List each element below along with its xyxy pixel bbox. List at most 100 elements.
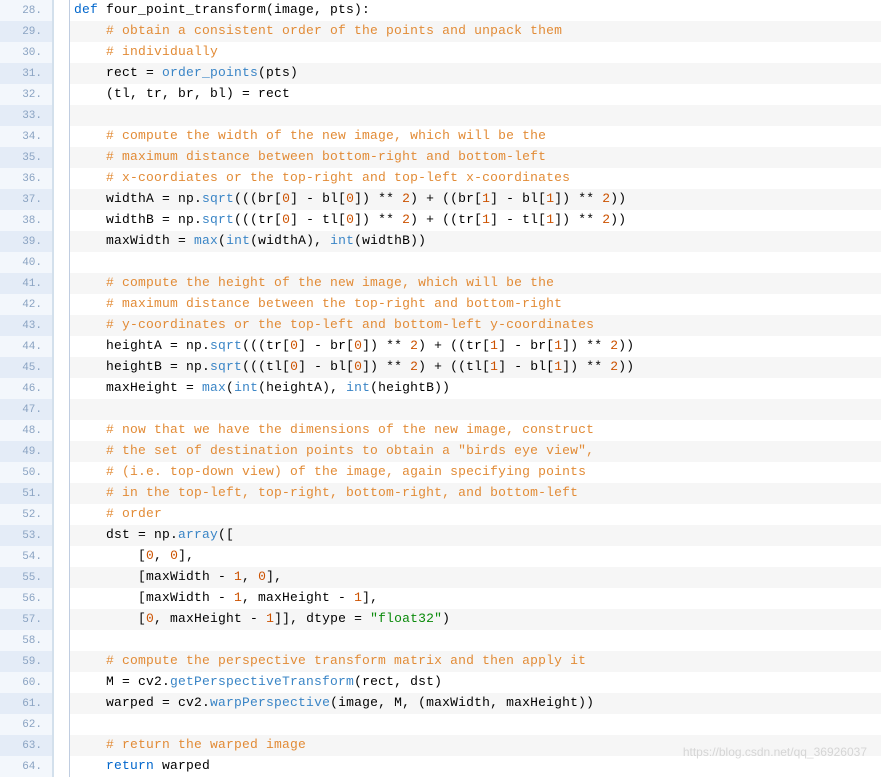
code-content[interactable]: # y-coordinates or the top-left and bott… <box>70 315 881 336</box>
fold-gutter <box>54 0 70 21</box>
line-number: 36. <box>0 168 54 189</box>
code-line: 35. # maximum distance between bottom-ri… <box>0 147 881 168</box>
code-content[interactable]: # maximum distance between the top-right… <box>70 294 881 315</box>
line-number: 28. <box>0 0 54 21</box>
token-fn: array <box>178 527 218 542</box>
code-line: 52. # order <box>0 504 881 525</box>
code-content[interactable]: # order <box>70 504 881 525</box>
token-num: 1 <box>482 191 490 206</box>
token-name: )) <box>610 191 626 206</box>
token-name: widthA = np. <box>106 191 202 206</box>
token-name: maxHeight = <box>106 380 202 395</box>
fold-gutter <box>54 693 70 714</box>
code-content[interactable]: maxWidth = max(int(widthA), int(widthB)) <box>70 231 881 252</box>
code-content[interactable]: # compute the perspective transform matr… <box>70 651 881 672</box>
fold-gutter <box>54 210 70 231</box>
code-content[interactable]: (tl, tr, br, bl) = rect <box>70 84 881 105</box>
token-name: ]], dtype = <box>274 611 370 626</box>
fold-gutter <box>54 714 70 735</box>
code-content[interactable]: widthB = np.sqrt(((tr[0] - tl[0]) ** 2) … <box>70 210 881 231</box>
token-str: "float32" <box>370 611 442 626</box>
code-content[interactable]: [maxWidth - 1, maxHeight - 1], <box>70 588 881 609</box>
fold-gutter <box>54 294 70 315</box>
token-name: [maxWidth - <box>138 590 234 605</box>
code-line: 53. dst = np.array([ <box>0 525 881 546</box>
token-num: 1 <box>546 191 554 206</box>
line-number: 64. <box>0 756 54 777</box>
code-content[interactable]: # obtain a consistent order of the point… <box>70 21 881 42</box>
token-name: ( <box>218 233 226 248</box>
token-name: ]) ** <box>554 191 602 206</box>
token-comment: # order <box>106 506 162 521</box>
code-line: 64. return warped <box>0 756 881 777</box>
token-fn: order_points <box>162 65 258 80</box>
fold-gutter <box>54 462 70 483</box>
token-name: heightB = np. <box>106 359 210 374</box>
code-content[interactable]: [0, maxHeight - 1]], dtype = "float32") <box>70 609 881 630</box>
token-comment: # return the warped image <box>106 737 306 752</box>
fold-gutter <box>54 399 70 420</box>
token-name: ] - bl[ <box>290 191 346 206</box>
code-line: 37. widthA = np.sqrt(((br[0] - bl[0]) **… <box>0 189 881 210</box>
code-content[interactable] <box>70 630 881 651</box>
token-comment: # individually <box>106 44 218 59</box>
token-num: 2 <box>410 338 418 353</box>
code-content[interactable]: # in the top-left, top-right, bottom-rig… <box>70 483 881 504</box>
code-content[interactable]: M = cv2.getPerspectiveTransform(rect, ds… <box>70 672 881 693</box>
code-content[interactable]: # (i.e. top-down view) of the image, aga… <box>70 462 881 483</box>
line-number: 35. <box>0 147 54 168</box>
code-content[interactable]: [0, 0], <box>70 546 881 567</box>
token-num: 2 <box>410 359 418 374</box>
code-content[interactable]: # return the warped image <box>70 735 881 756</box>
code-content[interactable]: rect = order_points(pts) <box>70 63 881 84</box>
code-line: 34. # compute the width of the new image… <box>0 126 881 147</box>
code-content[interactable]: dst = np.array([ <box>70 525 881 546</box>
fold-gutter <box>54 609 70 630</box>
code-content[interactable]: widthA = np.sqrt(((br[0] - bl[0]) ** 2) … <box>70 189 881 210</box>
code-content[interactable] <box>70 399 881 420</box>
code-content[interactable]: return warped <box>70 756 881 777</box>
line-number: 59. <box>0 651 54 672</box>
token-num: 0 <box>290 359 298 374</box>
token-num: 0 <box>346 191 354 206</box>
line-number: 42. <box>0 294 54 315</box>
token-comment: # obtain a consistent order of the point… <box>106 23 562 38</box>
code-content[interactable] <box>70 714 881 735</box>
token-name: ) + ((br[ <box>410 191 482 206</box>
token-comment: # in the top-left, top-right, bottom-rig… <box>106 485 578 500</box>
code-line: 30. # individually <box>0 42 881 63</box>
code-content[interactable]: heightB = np.sqrt(((tl[0] - bl[0]) ** 2)… <box>70 357 881 378</box>
code-content[interactable]: # x-coordiates or the top-right and top-… <box>70 168 881 189</box>
fold-gutter <box>54 588 70 609</box>
code-content[interactable]: # compute the width of the new image, wh… <box>70 126 881 147</box>
line-number: 63. <box>0 735 54 756</box>
token-name: , <box>242 569 258 584</box>
code-content[interactable] <box>70 105 881 126</box>
code-content[interactable]: def four_point_transform(image, pts): <box>70 0 881 21</box>
line-number: 50. <box>0 462 54 483</box>
code-line: 54. [0, 0], <box>0 546 881 567</box>
code-content[interactable] <box>70 252 881 273</box>
code-content[interactable]: [maxWidth - 1, 0], <box>70 567 881 588</box>
token-name: (((br[ <box>234 191 282 206</box>
line-number: 40. <box>0 252 54 273</box>
code-content[interactable]: # now that we have the dimensions of the… <box>70 420 881 441</box>
token-num: 0 <box>282 191 290 206</box>
code-content[interactable]: heightA = np.sqrt(((tr[0] - br[0]) ** 2)… <box>70 336 881 357</box>
token-name: )) <box>610 212 626 227</box>
fold-gutter <box>54 378 70 399</box>
token-num: 0 <box>258 569 266 584</box>
line-number: 33. <box>0 105 54 126</box>
line-number: 60. <box>0 672 54 693</box>
code-content[interactable]: # individually <box>70 42 881 63</box>
code-line: 58. <box>0 630 881 651</box>
code-content[interactable]: warped = cv2.warpPerspective(image, M, (… <box>70 693 881 714</box>
code-content[interactable]: # compute the height of the new image, w… <box>70 273 881 294</box>
code-content[interactable]: # maximum distance between bottom-right … <box>70 147 881 168</box>
code-content[interactable]: # the set of destination points to obtai… <box>70 441 881 462</box>
token-num: 1 <box>234 590 242 605</box>
code-content[interactable]: maxHeight = max(int(heightA), int(height… <box>70 378 881 399</box>
token-name: ([ <box>218 527 234 542</box>
token-fn: sqrt <box>210 359 242 374</box>
fold-gutter <box>54 504 70 525</box>
